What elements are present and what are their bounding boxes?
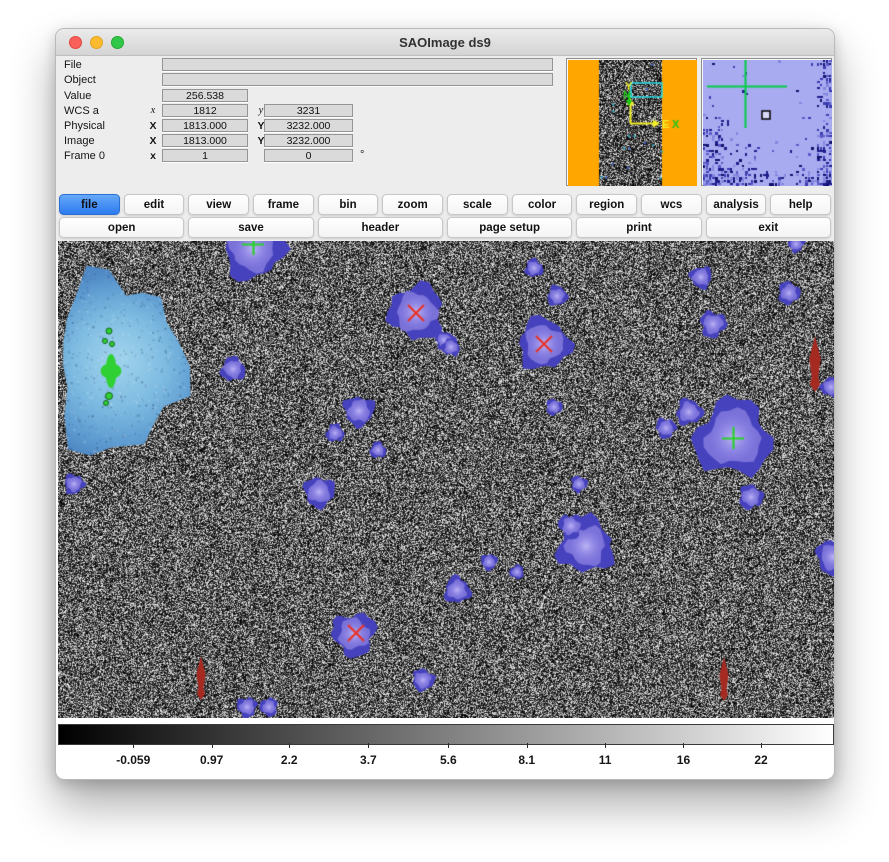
value-label: Value bbox=[64, 90, 91, 102]
traffic-lights bbox=[69, 36, 124, 49]
physical-label: Physical bbox=[64, 120, 105, 132]
physical-x-label: X bbox=[147, 120, 159, 132]
wcs-y-field[interactable]: 3231 bbox=[264, 104, 353, 117]
colorbar[interactable] bbox=[58, 724, 834, 745]
magnifier-panel bbox=[701, 58, 832, 186]
image-label: Image bbox=[64, 135, 95, 147]
frame-rotation-field[interactable]: 0 bbox=[264, 149, 353, 162]
wcs-label: WCS a bbox=[64, 105, 99, 117]
frame-x-label: x bbox=[147, 150, 159, 162]
exit-button[interactable]: exit bbox=[706, 217, 831, 238]
colorbar-tick bbox=[368, 743, 369, 748]
file-field[interactable] bbox=[162, 58, 553, 71]
colorbar-tick-label: 5.6 bbox=[440, 753, 457, 767]
file-label: File bbox=[64, 59, 82, 71]
menu-view[interactable]: view bbox=[188, 194, 249, 215]
menu-bar: file edit view frame bin zoom scale colo… bbox=[59, 194, 831, 215]
colorbar-labels: -0.059 0.97 2.2 3.7 5.6 8.1 11 16 22 bbox=[58, 753, 834, 769]
physical-x-field[interactable]: 1813.000 bbox=[162, 119, 248, 132]
colorbar-tick-label: -0.059 bbox=[116, 753, 150, 767]
physical-y-field[interactable]: 3232.000 bbox=[264, 119, 353, 132]
save-button[interactable]: save bbox=[188, 217, 313, 238]
frame-zoom-field[interactable]: 1 bbox=[162, 149, 248, 162]
menu-analysis[interactable]: analysis bbox=[706, 194, 767, 215]
colorbar-tick bbox=[683, 743, 684, 748]
minimize-button[interactable] bbox=[90, 36, 103, 49]
panner-canvas[interactable] bbox=[568, 60, 697, 186]
command-bar: open save header page setup print exit bbox=[59, 217, 831, 238]
frame-label: Frame 0 bbox=[64, 150, 105, 162]
close-button[interactable] bbox=[69, 36, 82, 49]
colorbar-tick-label: 0.97 bbox=[200, 753, 223, 767]
object-label: Object bbox=[64, 74, 96, 86]
menu-frame[interactable]: frame bbox=[253, 194, 314, 215]
menu-file[interactable]: file bbox=[59, 194, 120, 215]
colorbar-tick-label: 22 bbox=[754, 753, 767, 767]
image-y-field[interactable]: 3232.000 bbox=[264, 134, 353, 147]
menu-edit[interactable]: edit bbox=[124, 194, 185, 215]
page-setup-button[interactable]: page setup bbox=[447, 217, 572, 238]
colorbar-tick bbox=[527, 743, 528, 748]
colorbar-tick bbox=[289, 743, 290, 748]
image-x-field[interactable]: 1813.000 bbox=[162, 134, 248, 147]
colorbar-tick bbox=[212, 743, 213, 748]
open-button[interactable]: open bbox=[59, 217, 184, 238]
header-button[interactable]: header bbox=[318, 217, 443, 238]
title-bar[interactable]: SAOImage ds9 bbox=[56, 29, 834, 56]
colorbar-tick-label: 2.2 bbox=[281, 753, 298, 767]
colorbar-tick-label: 3.7 bbox=[360, 753, 377, 767]
menu-color[interactable]: color bbox=[512, 194, 573, 215]
colorbar-tick-label: 11 bbox=[599, 753, 612, 767]
menu-help[interactable]: help bbox=[770, 194, 831, 215]
panner-panel bbox=[566, 58, 697, 186]
object-field[interactable] bbox=[162, 73, 553, 86]
window-title: SAOImage ds9 bbox=[399, 35, 491, 50]
colorbar-tick-label: 16 bbox=[677, 753, 690, 767]
menu-zoom[interactable]: zoom bbox=[382, 194, 443, 215]
magnifier-canvas[interactable] bbox=[703, 60, 832, 186]
wcs-x-label: x bbox=[147, 105, 159, 116]
colorbar-tick-label: 8.1 bbox=[518, 753, 535, 767]
wcs-x-field[interactable]: 1812 bbox=[162, 104, 248, 117]
menu-scale[interactable]: scale bbox=[447, 194, 508, 215]
colorbar-tick bbox=[133, 743, 134, 748]
print-button[interactable]: print bbox=[576, 217, 701, 238]
colorbar-tick bbox=[761, 743, 762, 748]
image-x-label: X bbox=[147, 135, 159, 147]
menu-region[interactable]: region bbox=[576, 194, 637, 215]
colorbar-tick bbox=[448, 743, 449, 748]
colorbar-tick bbox=[605, 743, 606, 748]
main-image-canvas[interactable] bbox=[58, 241, 834, 718]
degree-symbol: ° bbox=[360, 149, 364, 161]
menu-wcs[interactable]: wcs bbox=[641, 194, 702, 215]
menu-bin[interactable]: bin bbox=[318, 194, 379, 215]
value-field[interactable]: 256.538 bbox=[162, 89, 248, 102]
zoom-window-button[interactable] bbox=[111, 36, 124, 49]
app-window: SAOImage ds9 File Object Value 256.538 W… bbox=[55, 28, 835, 780]
